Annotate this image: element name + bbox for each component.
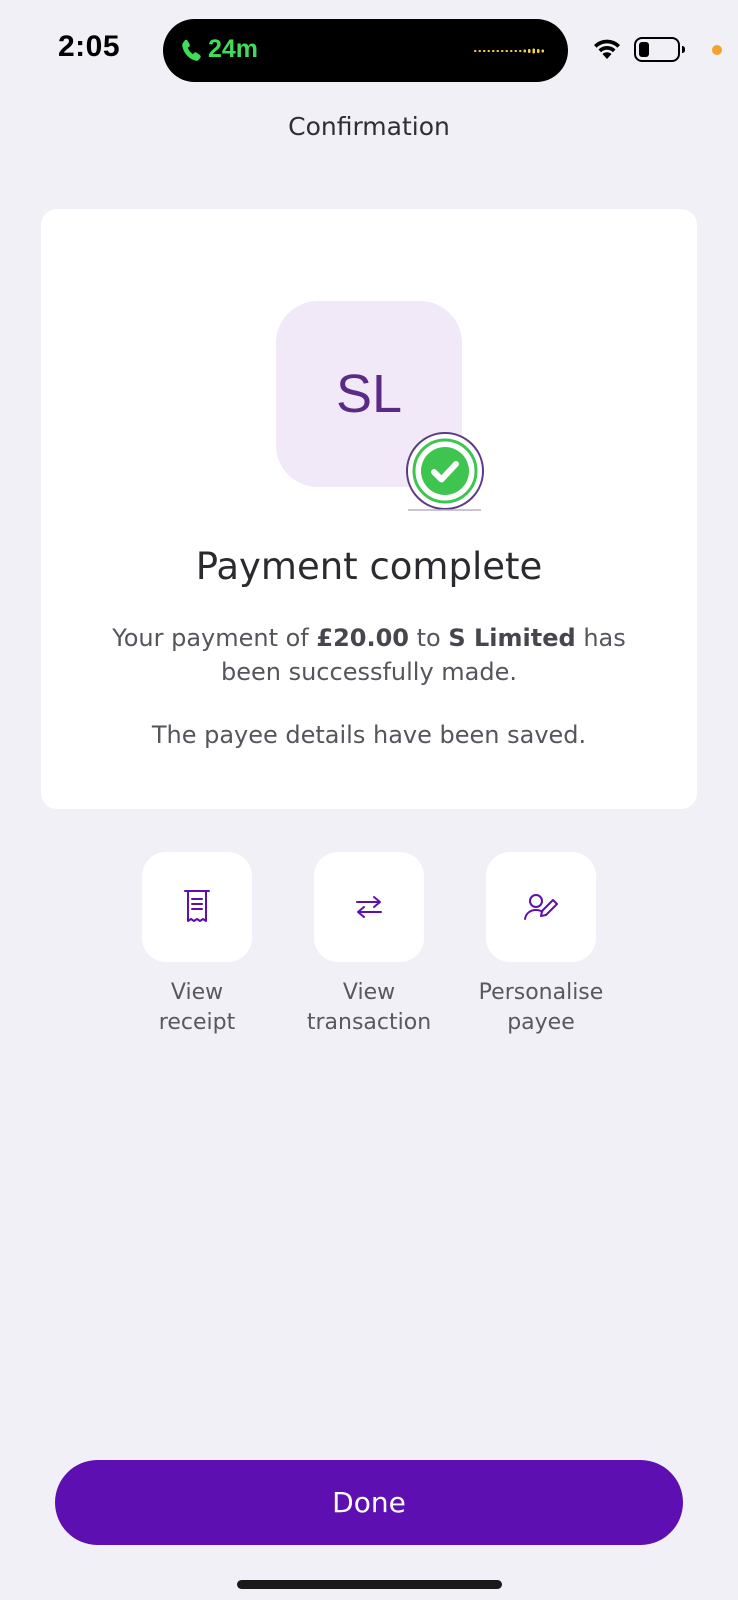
payment-message: Your payment of £20.00 to S Limited has … <box>81 621 657 689</box>
privacy-indicator-dot <box>712 45 722 55</box>
done-button-label: Done <box>332 1486 406 1519</box>
dynamic-island-call[interactable]: 24m <box>163 19 568 82</box>
view-receipt-button[interactable]: View receipt <box>122 852 272 1038</box>
action-tile[interactable] <box>486 852 596 962</box>
home-indicator[interactable] <box>237 1580 502 1589</box>
page-title: Confirmation <box>288 112 450 141</box>
action-tile[interactable] <box>314 852 424 962</box>
receipt-icon <box>184 890 210 922</box>
action-label-line: transaction <box>306 1010 432 1035</box>
action-label-line: receipt <box>158 1010 236 1035</box>
call-duration: 24m <box>208 35 259 63</box>
phone-icon <box>182 39 201 61</box>
payment-confirmation-screen: 2:05 24m Confirmation SL Payment complet… <box>0 0 738 1600</box>
action-label-line: View <box>342 980 396 1005</box>
avatar-initials: SL <box>335 364 403 424</box>
personalise-payee-button[interactable]: Personalise payee <box>466 852 616 1038</box>
action-label-line: payee <box>507 1010 575 1035</box>
payment-amount: £20.00 <box>316 624 410 652</box>
person-edit-icon <box>524 894 558 920</box>
wifi-icon <box>594 39 620 59</box>
message-text: Your payment of <box>112 624 317 652</box>
audio-waveform-icon <box>474 48 544 54</box>
view-transaction-button[interactable]: View transaction <box>294 852 444 1038</box>
action-label-line: Personalise <box>478 980 604 1005</box>
payment-status-heading: Payment complete <box>195 545 543 588</box>
payee-saved-note: The payee details have been saved. <box>151 721 587 749</box>
action-label: View receipt <box>122 978 272 1038</box>
message-text: to <box>409 624 449 652</box>
action-label: Personalise payee <box>466 978 616 1038</box>
action-label: View transaction <box>294 978 444 1038</box>
action-label-line: View <box>170 980 224 1005</box>
battery-icon <box>634 37 685 62</box>
action-tile[interactable] <box>142 852 252 962</box>
confirmation-card: SL Payment complete Your payment of £20.… <box>41 209 697 809</box>
status-time: 2:05 <box>58 30 121 63</box>
payee-name: S Limited <box>448 624 576 652</box>
transfer-arrows-icon <box>356 896 382 918</box>
success-check-icon <box>406 432 484 511</box>
done-button[interactable]: Done <box>55 1460 683 1545</box>
